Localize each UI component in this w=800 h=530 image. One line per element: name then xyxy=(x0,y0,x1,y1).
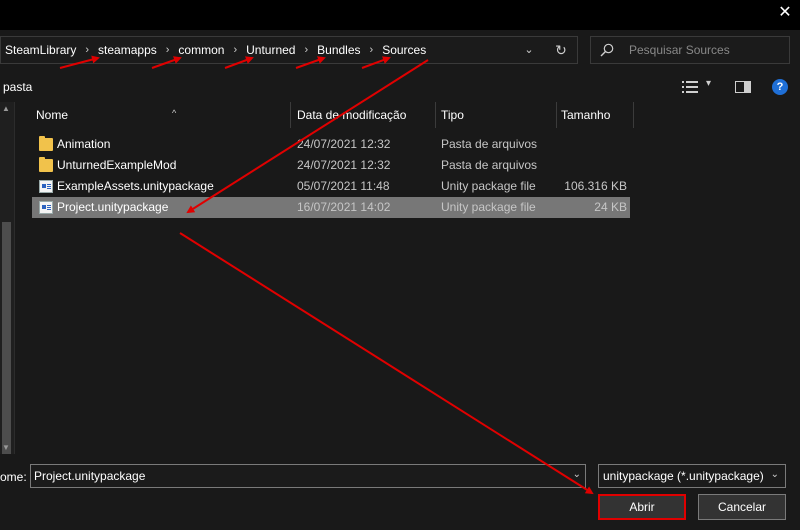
close-icon[interactable]: ✕ xyxy=(774,2,796,24)
navigation-pane: ▲ ▼ xyxy=(0,102,15,522)
file-type: Unity package file xyxy=(441,179,536,193)
column-type-label: Tipo xyxy=(441,108,464,122)
column-name[interactable]: Nome ^ xyxy=(32,102,291,128)
unitypackage-icon xyxy=(39,180,53,193)
chevron-right-icon[interactable]: › xyxy=(370,44,374,56)
file-row[interactable]: ExampleAssets.unitypackage 05/07/2021 11… xyxy=(32,176,630,197)
breadcrumb-steamapps[interactable]: steamapps xyxy=(98,43,157,57)
file-size: 24 KB xyxy=(594,200,627,214)
column-modified-label: Data de modificação xyxy=(297,108,407,122)
search-placeholder: Pesquisar Sources xyxy=(629,43,730,57)
breadcrumb: SteamLibrary › steamapps › common › Untu… xyxy=(5,37,426,63)
file-type-filter-select[interactable]: unitypackage (*.unitypackage) ⌄ xyxy=(598,464,786,488)
column-header: Nome ^ Data de modificação Tipo Tamanho xyxy=(16,102,800,128)
file-modified: 16/07/2021 14:02 xyxy=(297,200,391,214)
file-type-filter-value: unitypackage (*.unitypackage) xyxy=(603,469,764,483)
breadcrumb-common[interactable]: common xyxy=(178,43,224,57)
file-name: Animation xyxy=(57,137,111,151)
scroll-down-icon[interactable]: ▼ xyxy=(2,443,10,452)
refresh-icon[interactable]: ↻ xyxy=(551,41,571,59)
file-row[interactable]: UnturnedExampleMod 24/07/2021 12:32 Past… xyxy=(32,155,630,176)
file-size xyxy=(552,134,627,155)
search-input[interactable]: Pesquisar Sources xyxy=(590,36,790,64)
file-type: Pasta de arquivos xyxy=(441,137,538,151)
scroll-up-icon[interactable]: ▲ xyxy=(2,104,10,113)
column-type[interactable]: Tipo xyxy=(437,102,557,128)
chevron-right-icon[interactable]: › xyxy=(304,44,308,56)
column-size[interactable]: Tamanho xyxy=(557,102,634,128)
file-type: Pasta de arquivos xyxy=(441,158,538,172)
address-bar[interactable]: SteamLibrary › steamapps › common › Untu… xyxy=(0,36,578,64)
sort-ascending-icon: ^ xyxy=(172,108,177,118)
file-name: ExampleAssets.unitypackage xyxy=(57,179,214,193)
breadcrumb-steamlibrary[interactable]: SteamLibrary xyxy=(5,43,76,57)
file-modified: 05/07/2021 11:48 xyxy=(297,179,390,193)
breadcrumb-sources[interactable]: Sources xyxy=(382,43,426,57)
address-row: SteamLibrary › steamapps › common › Untu… xyxy=(0,30,800,70)
cancel-button[interactable]: Cancelar xyxy=(698,494,786,520)
chevron-right-icon[interactable]: › xyxy=(233,44,237,56)
command-bar: pasta ▾ ? xyxy=(0,72,800,102)
file-size xyxy=(552,155,627,176)
chevron-down-icon[interactable]: ⌄ xyxy=(521,41,537,59)
file-modified: 24/07/2021 12:32 xyxy=(297,158,391,172)
preview-pane-icon[interactable] xyxy=(735,81,751,93)
chevron-right-icon[interactable]: › xyxy=(166,44,170,56)
new-folder-button[interactable]: pasta xyxy=(3,80,32,94)
file-row[interactable]: Animation 24/07/2021 12:32 Pasta de arqu… xyxy=(32,134,630,155)
title-bar: ✕ xyxy=(0,0,800,30)
column-name-label: Nome xyxy=(36,108,69,122)
help-icon[interactable]: ? xyxy=(772,79,788,95)
folder-icon xyxy=(39,157,53,172)
view-options-chevron-icon[interactable]: ▾ xyxy=(706,78,711,89)
breadcrumb-unturned[interactable]: Unturned xyxy=(246,43,295,57)
folder-icon xyxy=(39,136,53,151)
open-button[interactable]: Abrir xyxy=(598,494,686,520)
breadcrumb-bundles[interactable]: Bundles xyxy=(317,43,360,57)
chevron-down-icon[interactable]: ⌄ xyxy=(573,469,581,480)
column-size-label: Tamanho xyxy=(561,108,611,122)
unitypackage-icon xyxy=(39,201,53,214)
file-name: Project.unitypackage xyxy=(57,200,169,214)
filename-input[interactable]: Project.unitypackage ⌄ xyxy=(30,464,586,488)
file-modified: 24/07/2021 12:32 xyxy=(297,137,391,151)
file-name: UnturnedExampleMod xyxy=(57,158,177,172)
file-type: Unity package file xyxy=(441,200,536,214)
file-list: Nome ^ Data de modificação Tipo Tamanho … xyxy=(16,102,800,454)
file-row-selected[interactable]: Project.unitypackage 16/07/2021 14:02 Un… xyxy=(32,197,630,218)
chevron-right-icon[interactable]: › xyxy=(85,44,89,56)
filename-value: Project.unitypackage xyxy=(34,469,146,483)
chevron-down-icon: ⌄ xyxy=(770,469,779,480)
search-icon xyxy=(600,43,614,57)
filename-label: ome: xyxy=(0,470,27,484)
column-modified[interactable]: Data de modificação xyxy=(293,102,436,128)
file-size: 106.316 KB xyxy=(564,179,627,193)
details-view-icon[interactable] xyxy=(682,81,698,93)
dialog-footer: ome: Project.unitypackage ⌄ unitypackage… xyxy=(0,454,800,530)
